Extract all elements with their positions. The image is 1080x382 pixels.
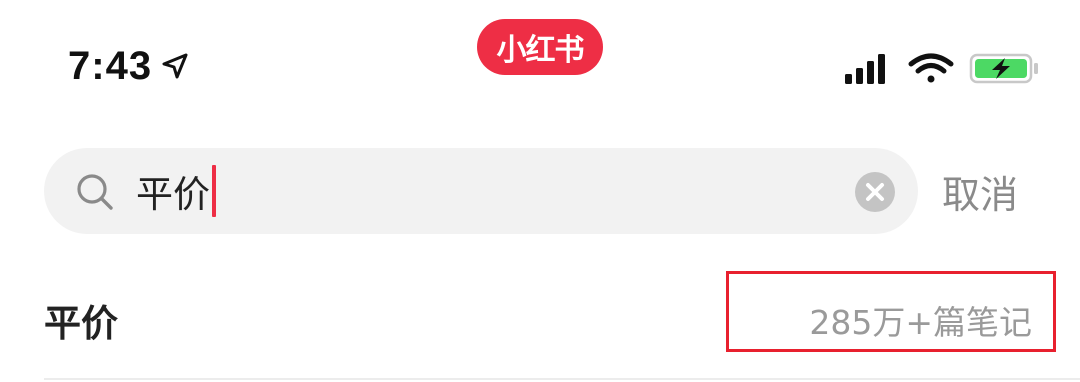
clear-icon[interactable] [854, 171, 896, 213]
suggestion-label: 平价 [44, 302, 118, 345]
time-text: 7:43 [68, 43, 153, 88]
text-caret [212, 165, 216, 217]
search-screen: 7:43 小红书 平价 取消 平价 285万+篇笔记 [0, 0, 1080, 382]
location-arrow-icon [162, 53, 188, 79]
cancel-button[interactable]: 取消 [942, 160, 1018, 222]
search-icon [77, 174, 113, 210]
battery-charging-icon [969, 53, 1038, 84]
row-divider [44, 378, 1080, 380]
app-badge[interactable]: 小红书 [477, 19, 603, 75]
app-badge-label: 小红书 [496, 33, 585, 68]
search-input[interactable]: 平价 [136, 161, 216, 221]
status-time: 7:43 [68, 40, 190, 92]
search-input-value: 平价 [136, 173, 210, 216]
search-bar[interactable]: 平价 [44, 148, 918, 234]
status-icons [845, 53, 1038, 84]
suggestion-note-count: 285万+篇笔记 [809, 303, 1032, 342]
wifi-icon [908, 53, 954, 83]
suggestion-item[interactable]: 平价 285万+篇笔记 [0, 268, 1080, 380]
cellular-signal-icon [845, 54, 885, 84]
